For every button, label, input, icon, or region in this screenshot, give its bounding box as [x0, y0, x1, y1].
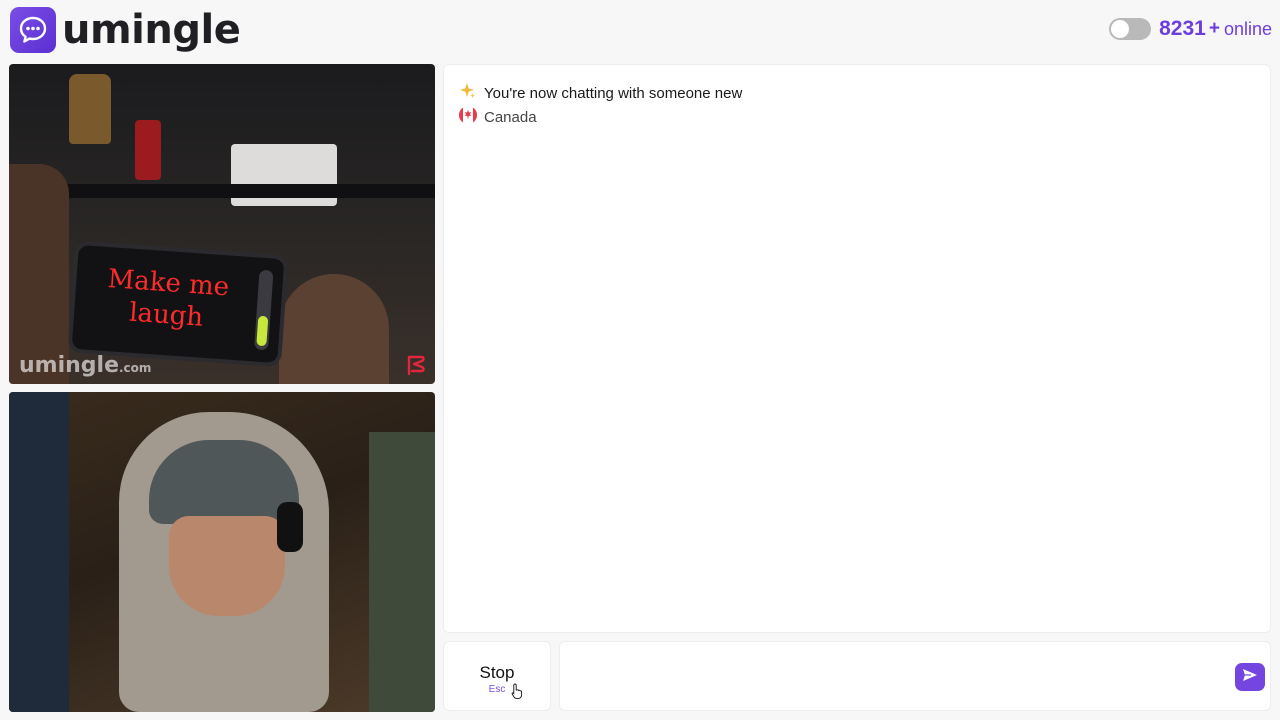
online-status: 8231 + online — [1109, 17, 1272, 41]
online-count: 8231 — [1159, 17, 1206, 40]
face-shape — [169, 516, 285, 616]
watermark-suffix: .com — [119, 361, 152, 375]
online-plus: + — [1208, 18, 1220, 39]
curtain-shape — [9, 392, 69, 712]
umingle-watermark: umingle.com — [19, 353, 151, 378]
header: umingle 8231 + online — [0, 0, 1280, 62]
headphone-shape — [277, 502, 303, 552]
logo[interactable]: umingle — [10, 7, 241, 53]
online-label: online — [1223, 18, 1272, 39]
phone-sign: Make me laugh — [67, 240, 289, 368]
stranger-country: Canada — [458, 106, 537, 129]
send-button[interactable] — [1235, 663, 1265, 691]
stop-button[interactable]: Stop Esc — [443, 641, 551, 711]
phone-sign-text: Make me laugh — [106, 264, 231, 333]
chat-panel: You're now chatting with someone new Can… — [443, 64, 1271, 633]
chat-status-message: You're now chatting with someone new — [458, 82, 742, 105]
chat-bubble-icon — [10, 7, 56, 53]
message-box — [559, 641, 1271, 711]
stranger-video: Make me laugh umingle.com — [9, 64, 435, 384]
send-arrow-icon — [1242, 668, 1258, 687]
background-shape — [369, 432, 435, 712]
sparkles-icon — [458, 82, 476, 105]
logo-text: umingle — [62, 7, 241, 53]
theme-toggle[interactable] — [1109, 18, 1152, 40]
watermark-text: umingle — [19, 353, 119, 378]
message-input[interactable] — [570, 652, 1230, 702]
can-shape — [135, 120, 161, 180]
person-right-shape — [279, 274, 389, 384]
canada-flag-icon — [458, 106, 478, 129]
person-left-shape — [9, 164, 69, 384]
phone-color-slider-shape — [256, 315, 269, 347]
country-name: Canada — [484, 109, 537, 126]
shelf-shape — [9, 184, 435, 198]
stop-shortcut-hint: Esc — [488, 684, 506, 695]
chat-status-text: You're now chatting with someone new — [484, 85, 743, 102]
hand-cursor-icon — [511, 683, 523, 704]
toggle-knob — [1111, 20, 1130, 38]
flag-icon[interactable] — [405, 354, 427, 376]
bottle-shape — [69, 74, 111, 144]
self-video — [9, 392, 435, 712]
stop-label: Stop — [479, 663, 515, 682]
